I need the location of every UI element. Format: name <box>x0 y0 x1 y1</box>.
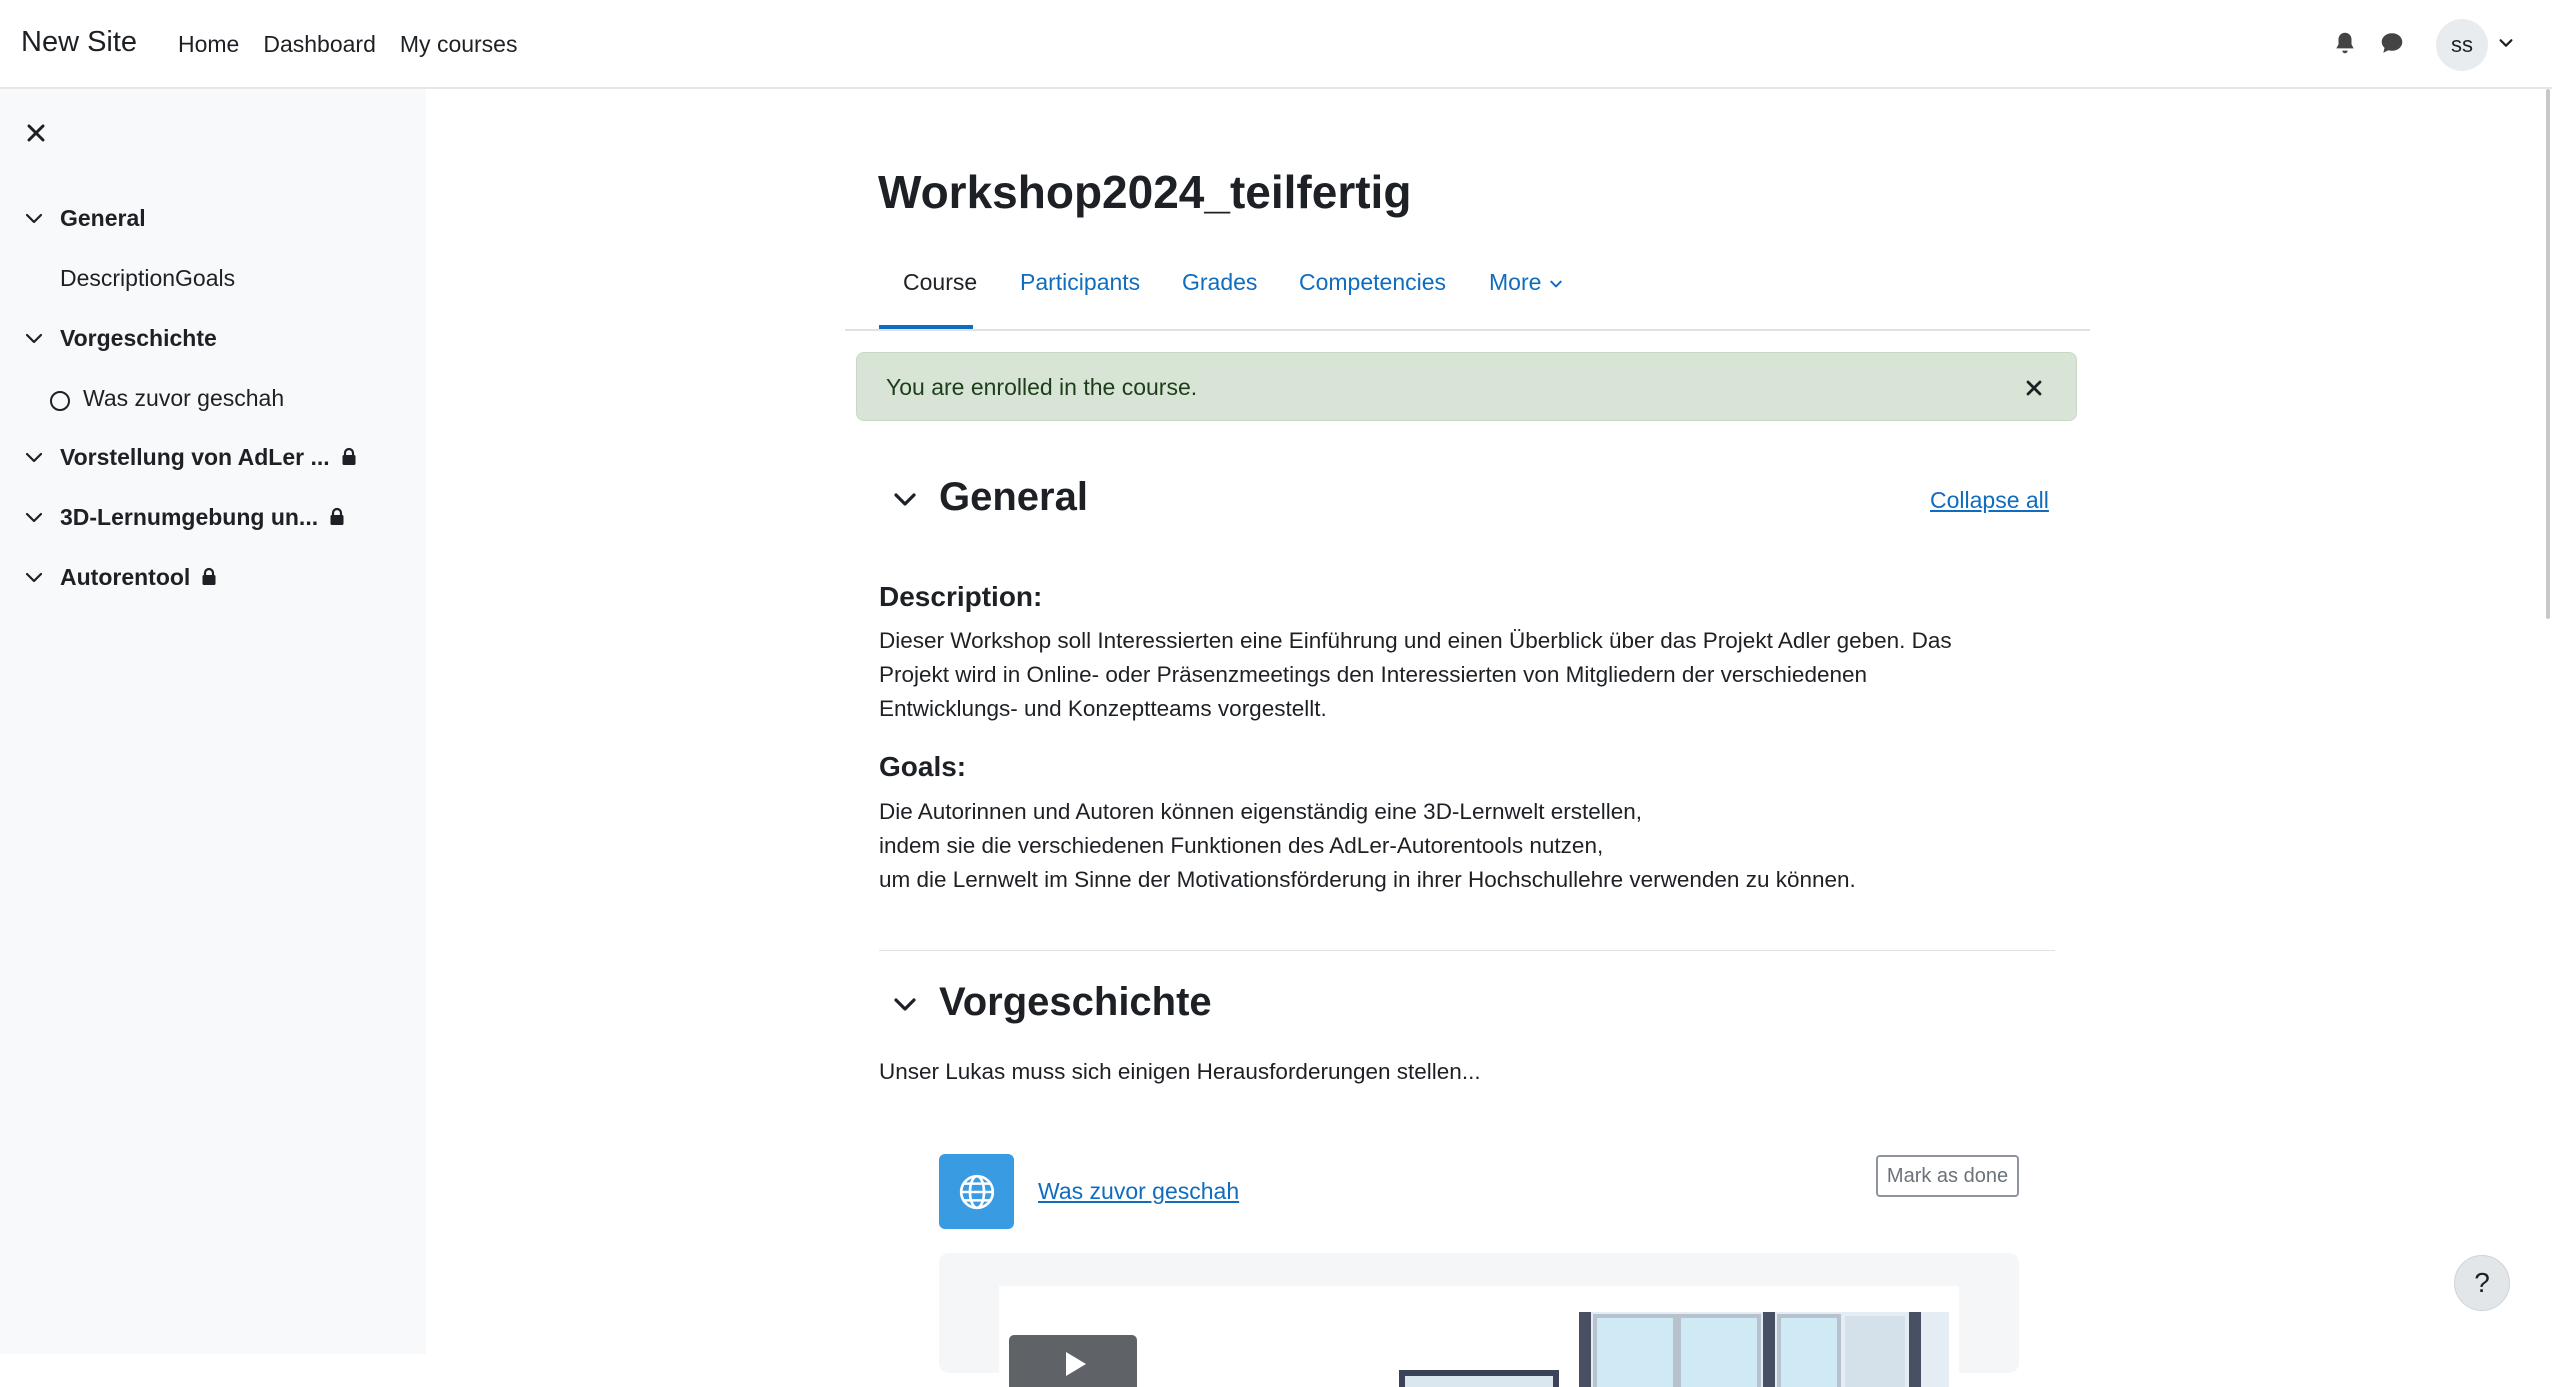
completion-circle-icon <box>50 391 70 411</box>
course-index-drawer: General DescriptionGoals Vorgeschichte W… <box>0 89 426 1354</box>
user-avatar[interactable]: ss <box>2436 19 2488 71</box>
chevron-down-icon[interactable] <box>890 485 920 515</box>
course-index-item-descriptiongoals[interactable]: DescriptionGoals <box>60 265 235 292</box>
bell-icon[interactable] <box>2332 30 2358 56</box>
chevron-down-icon[interactable] <box>24 507 44 527</box>
tab-competencies[interactable]: Competencies <box>1299 269 1446 296</box>
tab-participants[interactable]: Participants <box>1020 269 1140 296</box>
course-index-section-general[interactable]: General <box>24 200 146 236</box>
video-thumbnail-image <box>999 1286 1959 1387</box>
course-index-section-title[interactable]: Vorstellung von AdLer ... <box>60 444 330 471</box>
help-button[interactable]: ? <box>2454 1255 2510 1311</box>
chevron-down-icon[interactable] <box>24 447 44 467</box>
active-tab-indicator <box>879 325 973 329</box>
lock-icon <box>330 507 344 525</box>
course-index-section-title[interactable]: General <box>60 205 146 232</box>
section-summary: Unser Lukas muss sich einigen Herausford… <box>879 1059 1481 1084</box>
goals-line-2: indem sie die verschiedenen Funktionen d… <box>879 833 1604 858</box>
description-line-1: Dieser Workshop soll Interessierten eine… <box>879 628 1952 653</box>
chevron-down-icon <box>1550 280 1562 288</box>
tab-course[interactable]: Course <box>903 269 977 296</box>
site-name[interactable]: New Site <box>21 26 137 59</box>
description-line-2: Projekt wird in Online- oder Präsenzmeet… <box>879 662 1868 687</box>
activity-preview-card <box>939 1253 2019 1387</box>
nav-link-dashboard[interactable]: Dashboard <box>263 31 376 58</box>
course-index-section-vorgeschichte[interactable]: Vorgeschichte <box>24 320 217 356</box>
section-title-general[interactable]: General <box>939 475 1088 520</box>
messages-icon[interactable] <box>2379 30 2405 56</box>
goals-heading: Goals: <box>879 751 967 782</box>
chevron-down-icon[interactable] <box>2497 34 2515 52</box>
course-index-section-3d-lernumgebung[interactable]: 3D-Lernumgebung un... <box>24 499 346 535</box>
chevron-down-icon[interactable] <box>24 208 44 228</box>
section-divider <box>879 950 2055 951</box>
primary-navigation: Home Dashboard My courses <box>178 31 541 58</box>
enrolment-alert: You are enrolled in the course. <box>856 352 2077 421</box>
chevron-down-icon[interactable] <box>890 990 920 1020</box>
lock-icon <box>202 567 216 585</box>
activity-link-was-zuvor-geschah[interactable]: Was zuvor geschah <box>1038 1178 1239 1205</box>
chevron-down-icon[interactable] <box>24 567 44 587</box>
alert-message: You are enrolled in the course. <box>886 374 1198 400</box>
top-navbar: New Site Home Dashboard My courses ss <box>0 0 2552 89</box>
course-index-section-title[interactable]: Autorentool <box>60 564 190 591</box>
chevron-down-icon[interactable] <box>24 328 44 348</box>
goals-line-3: um die Lernwelt im Sinne der Motivations… <box>879 867 1856 892</box>
page-scrollbar[interactable] <box>2546 89 2550 619</box>
close-icon[interactable] <box>24 121 48 145</box>
close-icon[interactable] <box>2024 378 2044 398</box>
description-line-3: Entwicklungs- und Konzeptteams vorgestel… <box>879 696 1327 721</box>
globe-icon <box>959 1174 994 1209</box>
course-index-section-title[interactable]: 3D-Lernumgebung un... <box>60 504 318 531</box>
nav-link-my-courses[interactable]: My courses <box>400 31 518 58</box>
nav-link-home[interactable]: Home <box>178 31 239 58</box>
course-index-item-was-zuvor-geschah[interactable]: Was zuvor geschah <box>83 385 284 412</box>
lock-icon <box>342 447 356 465</box>
tab-grades[interactable]: Grades <box>1182 269 1257 296</box>
mark-as-done-button[interactable]: Mark as done <box>1876 1155 2019 1197</box>
course-index-section-title[interactable]: Vorgeschichte <box>60 325 217 352</box>
collapse-all-link[interactable]: Collapse all <box>1930 487 2049 514</box>
page-title: Workshop2024_teilfertig <box>878 166 1412 218</box>
description-heading: Description: <box>879 581 1043 612</box>
course-index-section-autorentool[interactable]: Autorentool <box>24 559 218 595</box>
secondary-navigation: Course Participants Grades Competencies … <box>845 255 2090 331</box>
section-title-vorgeschichte[interactable]: Vorgeschichte <box>939 980 1212 1025</box>
activity-icon[interactable] <box>939 1154 1014 1229</box>
course-index-section-vorstellung[interactable]: Vorstellung von AdLer ... <box>24 439 358 475</box>
goals-line-1: Die Autorinnen und Autoren können eigens… <box>879 799 1643 824</box>
tab-more-label: More <box>1489 269 1542 295</box>
tab-more[interactable]: More <box>1489 269 1564 296</box>
